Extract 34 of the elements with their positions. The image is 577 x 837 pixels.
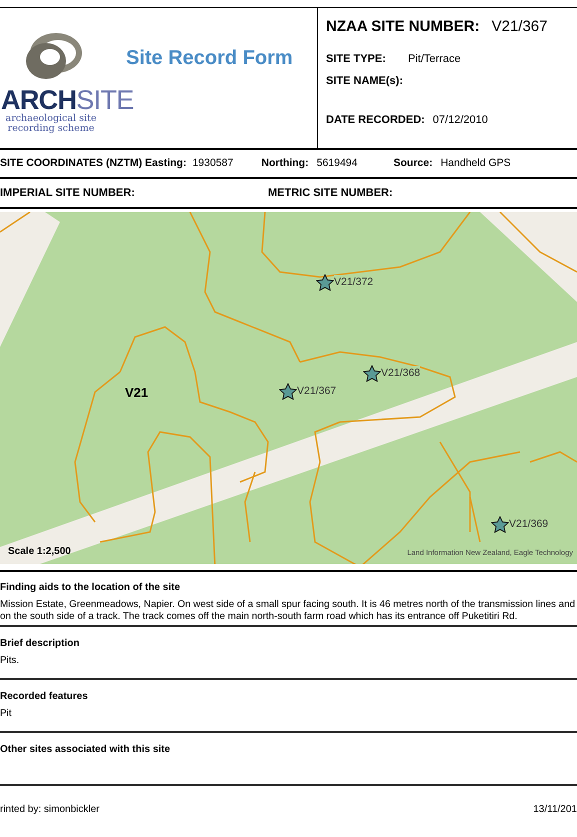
field-label: METRIC SITE NUMBER:	[268, 186, 393, 201]
star-marker-icon	[316, 274, 334, 292]
field-value: Handheld GPS	[440, 156, 511, 171]
field-value: 07/12/2010	[432, 112, 488, 128]
section-heading: Other sites associated with this site	[0, 743, 172, 757]
section-text: Mission Estate, Greenmeadows, Napier. On west side of a small spur facing south. It is 46 metres north of the transmission lines and on the south side of a track. The track comes off the main north-south farm road which has its entrance off Puketitiri Rd.	[0, 599, 576, 623]
star-marker-icon	[363, 365, 381, 383]
field-label: Source:	[394, 156, 433, 171]
field-label: SITE COORDINATES (NZTM) Easting:	[0, 156, 186, 171]
section-heading: Brief description	[0, 637, 80, 651]
field-label: IMPERIAL SITE NUMBER:	[0, 186, 136, 201]
field-value: 5619494	[316, 156, 358, 171]
logo-wordmark: ARCH	[1, 86, 76, 114]
field-value: V21/367	[492, 17, 548, 37]
map-scale-label: Scale 1:2,500	[8, 545, 71, 559]
section-heading: Recorded features	[0, 690, 89, 704]
field-label: Northing:	[261, 156, 309, 171]
field-value: Pit/Terrace	[408, 52, 461, 66]
form-title: Site Record Form	[126, 46, 293, 71]
field-label: SITE TYPE:	[326, 52, 387, 66]
section-text: Pits.	[0, 655, 20, 667]
logo-wordmark-accent: SITE	[76, 86, 134, 114]
star-marker-icon	[279, 383, 297, 401]
field-label: NZAA SITE NUMBER:	[326, 17, 480, 37]
star-marker-icon	[491, 516, 509, 534]
field-value: 1930587	[192, 156, 234, 171]
field-label: SITE NAME(s):	[326, 74, 404, 88]
field-label: DATE RECORDED:	[326, 112, 425, 128]
map-sheet-label: V21	[125, 384, 148, 402]
section-text: Pit	[0, 708, 12, 720]
section-heading: Finding aids to the location of the site	[0, 581, 181, 595]
logo-tagline: archaeological site recording scheme	[4, 114, 98, 134]
print-date: 13/11/201	[533, 803, 577, 817]
printed-by-text: rinted by: simonbickler	[0, 803, 100, 817]
